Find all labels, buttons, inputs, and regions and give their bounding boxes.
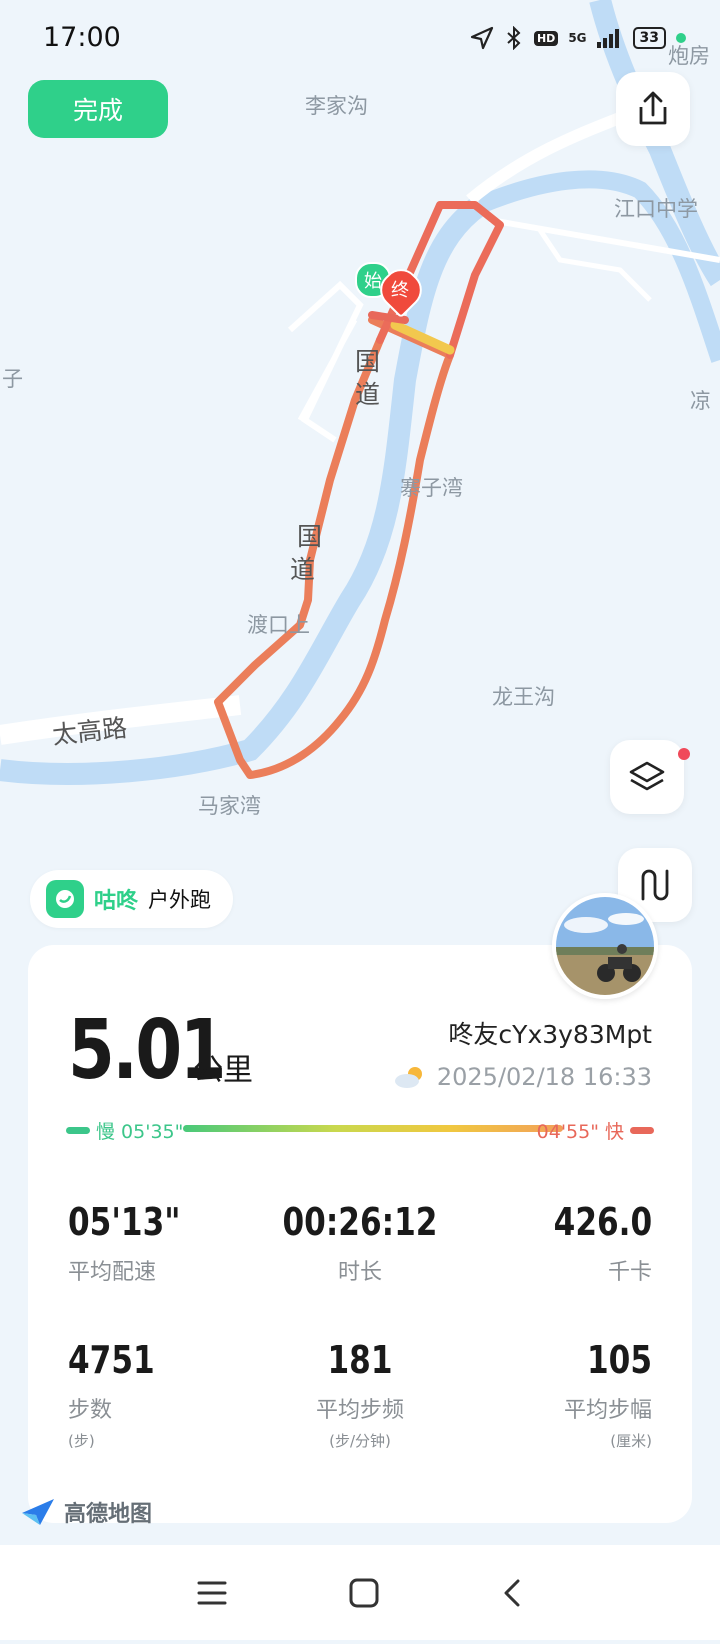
- stat-label: 平均步幅: [563, 1398, 652, 1423]
- brand-pill: 咕咚 户外跑: [30, 870, 234, 928]
- stat-value: 05'13": [68, 1200, 181, 1244]
- place-label: 李家沟: [305, 94, 368, 118]
- stat-calories: 426.0 千卡: [532, 1200, 652, 1286]
- stat-label: 时长: [337, 1260, 382, 1285]
- road-label: 道: [290, 555, 316, 584]
- status-icons: HD 5G 33: [470, 26, 686, 50]
- distance-unit: 公里: [193, 1053, 253, 1088]
- battery-icon: 33: [632, 27, 666, 49]
- back-icon[interactable]: [500, 1577, 524, 1609]
- map-provider-text: 高德地图: [64, 1502, 153, 1527]
- activity-datetime: 2025/02/18 16:33: [393, 1063, 652, 1091]
- route-path: [214, 316, 454, 779]
- stat-value: 426.0: [553, 1200, 652, 1244]
- share-button[interactable]: [616, 72, 690, 146]
- stat-unit: (步/分钟): [329, 1432, 391, 1450]
- system-nav-bar: [0, 1545, 720, 1640]
- map-provider-logo: 高德地图: [18, 1495, 152, 1529]
- route-toggle-icon: [641, 869, 669, 901]
- place-label: 马家湾: [198, 794, 261, 818]
- road: [297, 318, 358, 422]
- notification-dot: [678, 748, 690, 760]
- network-type: 5G: [568, 31, 587, 45]
- layers-button[interactable]: [610, 740, 684, 814]
- done-button[interactable]: 完成: [28, 80, 168, 138]
- place-label: 龙王沟: [492, 685, 555, 709]
- hd-icon: HD: [533, 30, 559, 46]
- place-label: 寨子湾: [400, 476, 463, 500]
- stat-label: 平均配速: [68, 1260, 157, 1285]
- stat-stride: 105 平均步幅 (厘米): [564, 1338, 652, 1451]
- layers-icon: [629, 761, 665, 791]
- pace-slow: 慢 05'35": [66, 1117, 183, 1144]
- avatar[interactable]: [552, 893, 658, 999]
- place-label: 江口中学: [614, 197, 698, 221]
- place-label: 凉: [690, 389, 711, 413]
- datetime-text: 2025/02/18 16:33: [436, 1063, 652, 1091]
- stat-unit: (厘米): [610, 1432, 652, 1450]
- stat-label: 步数: [68, 1398, 113, 1423]
- share-icon: [639, 91, 667, 125]
- stat-duration: 00:26:12 时长: [260, 1200, 460, 1286]
- summary-card: 5.01 公里 咚友cYx3y83Mpt 2025/02/18 16:33 慢 …: [28, 945, 692, 1523]
- indicator-dot: [676, 33, 686, 43]
- location-arrow-icon: [470, 26, 494, 50]
- bluetooth-icon: [507, 26, 521, 50]
- stat-label: 千卡: [607, 1260, 652, 1285]
- road-label: 国: [355, 347, 381, 376]
- amap-logo-icon: [22, 1499, 54, 1525]
- activity-mode: 户外跑: [148, 888, 212, 912]
- signal-icon: [596, 29, 619, 48]
- stat-unit: (步): [68, 1432, 95, 1450]
- stat-avg-pace: 05'13" 平均配速: [68, 1200, 205, 1286]
- partly-cloudy-icon: [394, 1067, 422, 1088]
- place-label: 渡口上: [247, 613, 310, 637]
- fast-dash: [630, 1127, 654, 1134]
- place-label: 子: [2, 367, 23, 391]
- stat-label: 平均步频: [315, 1398, 404, 1423]
- pace-fast: 04'55" 快: [537, 1117, 654, 1144]
- menu-icon[interactable]: [196, 1578, 228, 1608]
- codoon-logo-icon: [46, 880, 84, 918]
- stat-value: 4751: [68, 1338, 155, 1382]
- stat-value: 181: [327, 1338, 393, 1382]
- pace-slow-label: 慢 05'35": [96, 1121, 184, 1143]
- road-label: 道: [355, 380, 381, 409]
- pace-gradient: [183, 1125, 563, 1132]
- pace-legend: 慢 05'35" 04'55" 快: [66, 1117, 654, 1144]
- stat-value: 105: [586, 1338, 652, 1382]
- stat-cadence: 181 平均步频 (步/分钟): [260, 1338, 460, 1451]
- slow-dash: [66, 1127, 90, 1134]
- stat-steps: 4751 步数 (步): [68, 1338, 174, 1451]
- road-label: 国: [297, 522, 323, 551]
- home-icon[interactable]: [348, 1577, 380, 1609]
- brand-name: 咕咚: [94, 889, 139, 914]
- pace-fast-label: 04'55" 快: [536, 1121, 624, 1143]
- stat-value: 00:26:12: [282, 1200, 438, 1244]
- end-marker-label: 终: [391, 280, 409, 301]
- status-time: 17:00: [43, 22, 121, 53]
- username: 咚友cYx3y83Mpt: [448, 1020, 652, 1049]
